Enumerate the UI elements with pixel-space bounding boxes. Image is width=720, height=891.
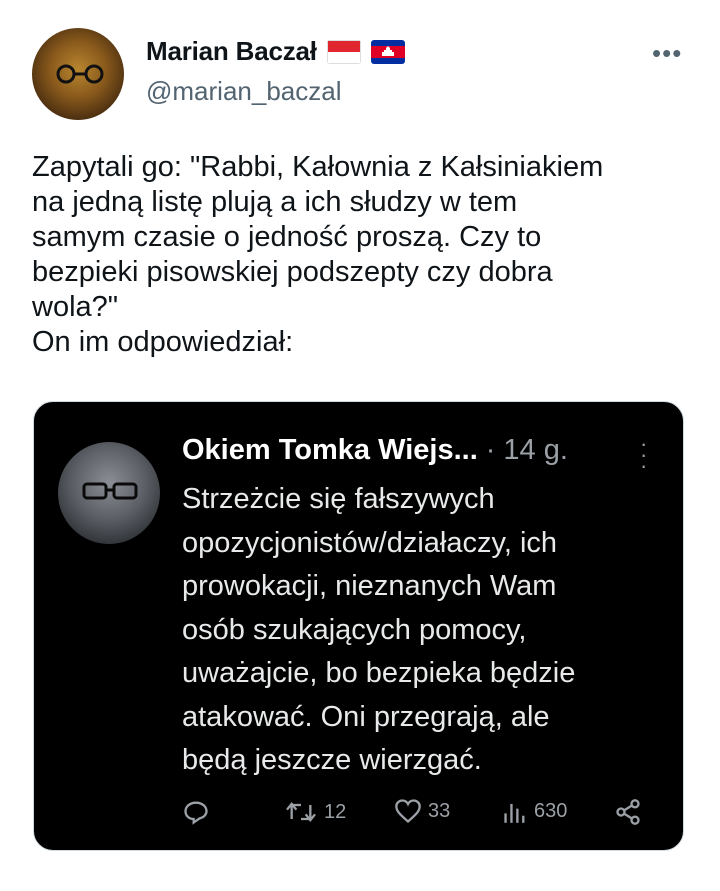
views-action: 630 — [502, 798, 567, 824]
like-action: 33 — [394, 798, 450, 824]
heart-icon — [395, 799, 421, 824]
author-handle[interactable]: @marian_baczal — [146, 76, 341, 107]
reply-action — [182, 798, 210, 826]
embedded-header: Okiem Tomka Wiejs... · 14 g. — [182, 434, 568, 467]
author-display-name[interactable]: Marian Baczał — [146, 36, 317, 67]
tweet: Marian Baczał @marian_baczal ••• Zapytal… — [0, 0, 720, 891]
more-horizontal-icon[interactable]: ••• — [652, 38, 682, 69]
glasses-icon — [56, 64, 104, 84]
embedded-display-name: Okiem Tomka Wiejs... — [182, 434, 478, 466]
embedded-separator: · — [485, 434, 496, 466]
indonesia-flag-icon — [326, 39, 361, 64]
retweet-icon — [286, 801, 316, 823]
tweet-text: Zapytali go: "Rabbi, Kałownia z Kałsinia… — [32, 151, 604, 358]
views-icon — [504, 803, 525, 823]
retweet-action: 12 — [284, 798, 346, 826]
reply-icon — [184, 801, 208, 825]
glasses-icon — [82, 482, 138, 500]
embedded-actions: 12 33 630 — [182, 798, 652, 830]
embedded-tweet-image[interactable]: Okiem Tomka Wiejs... · 14 g. · · · Strzeżc… — [33, 401, 684, 851]
cambodia-flag-icon — [370, 39, 405, 64]
author-avatar[interactable] — [32, 28, 124, 120]
like-count: 33 — [428, 799, 451, 822]
author-name-row: Marian Baczał — [146, 36, 405, 67]
retweet-count: 12 — [324, 800, 347, 823]
share-icon — [616, 799, 640, 825]
embedded-author-avatar — [58, 442, 160, 544]
embedded-text: Strzeżcie się fałszywych opozycjonistów/… — [182, 483, 576, 776]
views-count: 630 — [534, 799, 568, 822]
embedded-time: 14 g. — [503, 434, 568, 466]
more-vertical-icon: · · · — [640, 431, 648, 478]
share-action — [614, 798, 642, 826]
